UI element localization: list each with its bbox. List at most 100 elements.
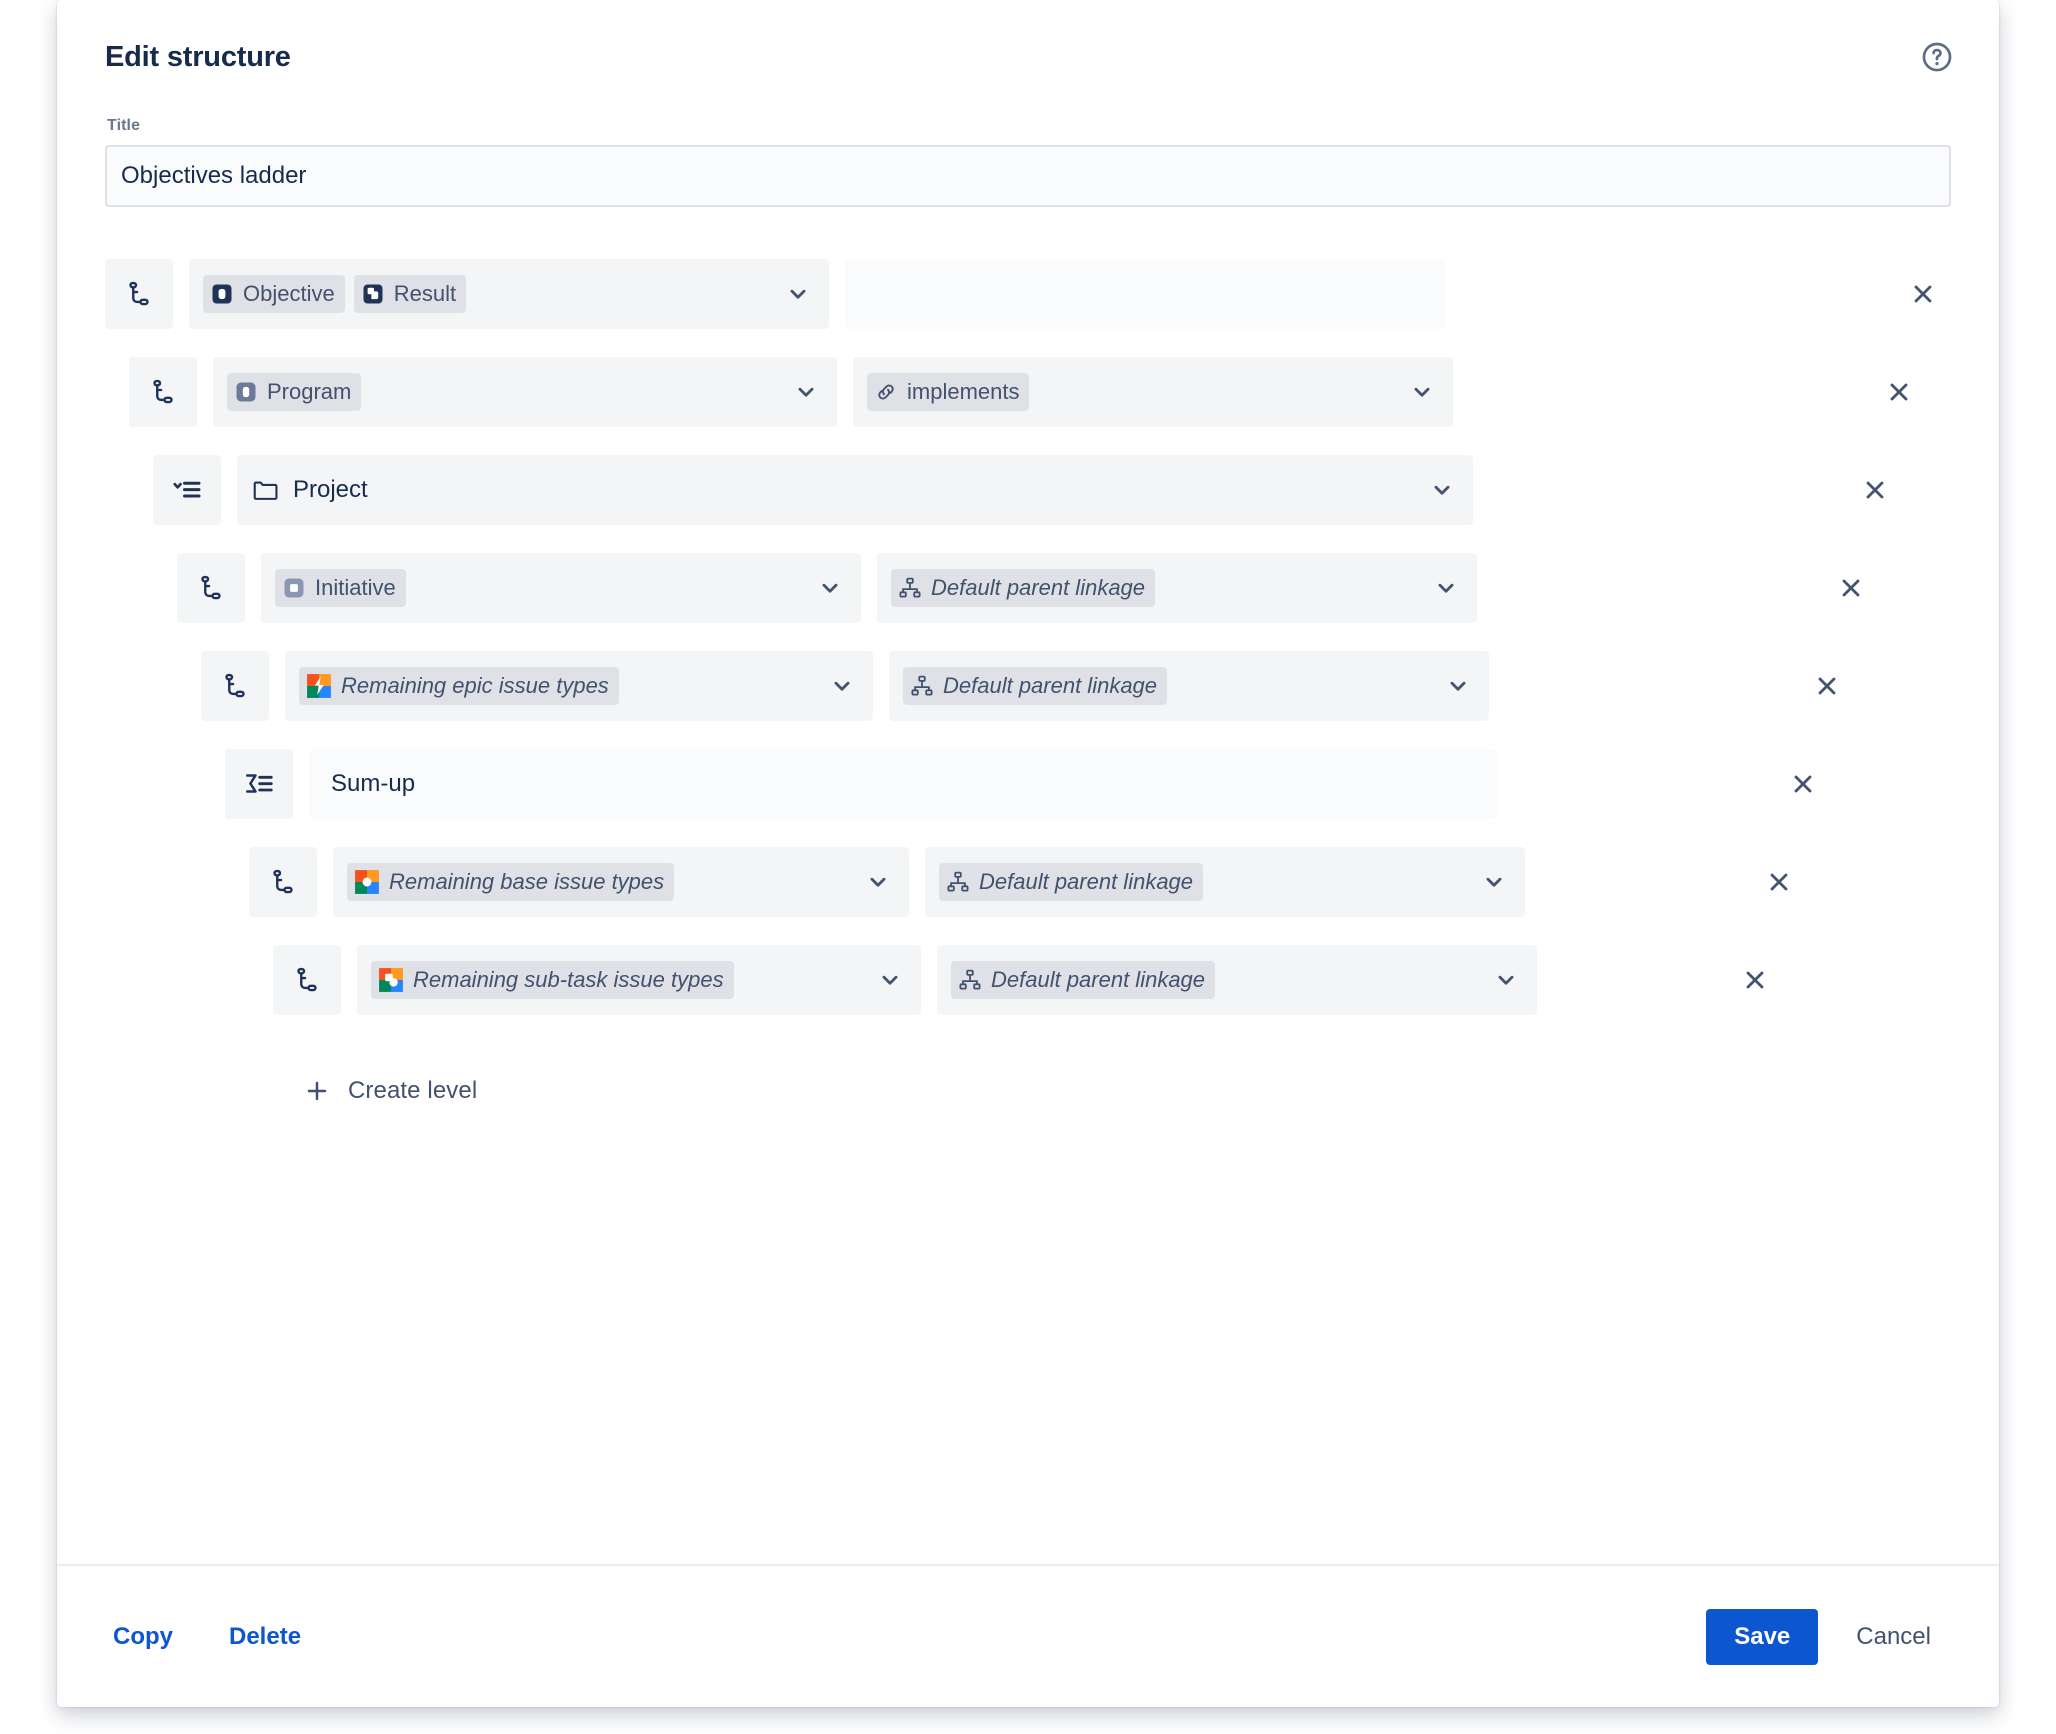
type-chip-label: Program xyxy=(267,379,352,405)
level-type-select[interactable]: ">)"> Remaining sub-task issue types xyxy=(357,944,921,1015)
hierarchy-branch-icon[interactable] xyxy=(249,846,317,917)
close-icon xyxy=(1861,476,1889,504)
title-field-label: Title xyxy=(107,116,141,134)
delete-button[interactable]: Delete xyxy=(221,1617,309,1657)
level-row: Objective Result xyxy=(105,258,1951,329)
jira-objective-icon xyxy=(210,282,234,306)
level-type-text-wrap: Project xyxy=(251,476,368,504)
chevron-down-icon[interactable] xyxy=(1493,967,1519,993)
sum-up-icon[interactable] xyxy=(225,748,293,819)
link-chip: implements xyxy=(867,373,1030,411)
folder-icon xyxy=(251,476,279,504)
close-icon xyxy=(1837,574,1865,602)
structure-title-input[interactable] xyxy=(105,144,1951,207)
link-chip: Default parent linkage xyxy=(891,569,1156,607)
hierarchy-branch-icon[interactable] xyxy=(105,258,173,329)
chevron-down-icon[interactable] xyxy=(793,379,819,405)
type-chip-label: Result xyxy=(393,281,457,307)
type-chip: Program xyxy=(227,373,362,411)
level-link-select[interactable]: implements xyxy=(853,356,1453,427)
link-chip-label: Default parent linkage xyxy=(943,673,1158,699)
chevron-down-icon[interactable] xyxy=(877,967,903,993)
level-link-chips: Default parent linkage xyxy=(951,961,1216,999)
remove-level-button[interactable] xyxy=(1871,357,1927,427)
link-chip: Default parent linkage xyxy=(951,961,1216,999)
close-icon xyxy=(1789,770,1817,798)
help-circle-icon[interactable] xyxy=(1915,35,1959,79)
link-chain-icon xyxy=(874,380,898,404)
remove-level-button[interactable] xyxy=(1751,847,1807,917)
level-link-select[interactable]: Default parent linkage xyxy=(937,944,1537,1015)
level-link-chips: implements xyxy=(867,373,1030,411)
footer-left-actions: Copy Delete xyxy=(105,1617,309,1657)
level-link-select[interactable]: Default parent linkage xyxy=(877,552,1477,623)
close-icon xyxy=(1885,378,1913,406)
remove-level-button[interactable] xyxy=(1895,259,1951,329)
level-row: ">)"> Remaining sub-task issue types Defau… xyxy=(273,944,1951,1015)
org-chart-icon xyxy=(898,576,922,600)
close-icon xyxy=(1765,868,1793,896)
remove-level-button[interactable] xyxy=(1823,553,1879,623)
chevron-down-icon[interactable] xyxy=(1445,673,1471,699)
link-chip: Default parent linkage xyxy=(903,667,1168,705)
remove-level-button[interactable] xyxy=(1775,749,1831,819)
jira-epic-icon: ">)"> xyxy=(306,673,332,699)
hierarchy-branch-icon[interactable] xyxy=(129,356,197,427)
type-chip-label: Remaining base issue types xyxy=(389,869,665,895)
jira-base-icon: ">)"> xyxy=(354,869,380,895)
chevron-down-icon[interactable] xyxy=(865,869,891,895)
level-type-select[interactable]: Program xyxy=(213,356,837,427)
hierarchy-branch-icon[interactable] xyxy=(177,552,245,623)
level-type-select[interactable]: ">)"> Remaining epic issue types xyxy=(285,650,873,721)
level-row: Program implements xyxy=(129,356,1951,427)
level-row: ">)"> Remaining base issue types Default p… xyxy=(249,846,1951,917)
footer-right-actions: Save Cancel xyxy=(1706,1608,1951,1665)
chevron-down-icon[interactable] xyxy=(1481,869,1507,895)
level-link-select[interactable]: Default parent linkage xyxy=(889,650,1489,721)
level-link-chips: Default parent linkage xyxy=(891,569,1156,607)
hierarchy-branch-icon[interactable] xyxy=(201,650,269,721)
remove-level-button[interactable] xyxy=(1799,651,1855,721)
level-link-chips: Default parent linkage xyxy=(903,667,1168,705)
type-chip-label: Initiative xyxy=(315,575,396,601)
type-chip: ">)"> Remaining sub-task issue types xyxy=(371,961,734,999)
level-link-chips: Default parent linkage xyxy=(939,863,1204,901)
level-row: Project xyxy=(153,454,1951,525)
type-chip: Objective xyxy=(203,275,345,313)
chevron-down-icon[interactable] xyxy=(1433,575,1459,601)
remove-level-button[interactable] xyxy=(1727,945,1783,1015)
chevron-down-icon[interactable] xyxy=(785,281,811,307)
level-row: Sum-up xyxy=(225,748,1951,819)
remove-level-button[interactable] xyxy=(1847,455,1903,525)
save-button[interactable]: Save xyxy=(1706,1608,1819,1665)
cancel-button[interactable]: Cancel xyxy=(1836,1609,1951,1665)
level-link-select xyxy=(845,258,1445,329)
level-type-chips: Initiative xyxy=(275,569,406,607)
level-row: Initiative Default parent linkage xyxy=(177,552,1951,623)
level-type-chips: Objective Result xyxy=(203,275,467,313)
level-type-select[interactable]: ">)"> Remaining base issue types xyxy=(333,846,909,917)
create-level-label: Create level xyxy=(348,1076,478,1104)
type-chip-label: Objective xyxy=(243,281,335,307)
chevron-down-icon[interactable] xyxy=(1409,379,1435,405)
level-type-select[interactable]: Objective Result xyxy=(189,258,829,329)
level-type-text-wrap: Sum-up xyxy=(331,770,415,798)
copy-button[interactable]: Copy xyxy=(105,1617,181,1657)
level-type-label: Project xyxy=(293,475,368,503)
type-chip: ">)"> Remaining epic issue types xyxy=(299,667,619,705)
hierarchy-branch-icon[interactable] xyxy=(273,944,341,1015)
level-link-select[interactable]: Default parent linkage xyxy=(925,846,1525,917)
link-chip: Default parent linkage xyxy=(939,863,1204,901)
level-type-select[interactable]: Sum-up xyxy=(309,748,1497,819)
create-level-button[interactable]: Create level xyxy=(300,1071,481,1111)
level-type-select[interactable]: Project xyxy=(237,454,1473,525)
chevron-down-icon[interactable] xyxy=(829,673,855,699)
level-type-chips: Program xyxy=(227,373,362,411)
dialog-body: Title ObjectiveResultProgramimplementsPr… xyxy=(57,75,1999,1564)
level-type-label: Sum-up xyxy=(331,769,416,797)
group-by-icon[interactable] xyxy=(153,454,221,525)
level-type-select[interactable]: Initiative xyxy=(261,552,861,623)
chevron-down-icon[interactable] xyxy=(1429,477,1455,503)
level-type-chips: ">)"> Remaining sub-task issue types xyxy=(371,961,734,999)
chevron-down-icon[interactable] xyxy=(817,575,843,601)
